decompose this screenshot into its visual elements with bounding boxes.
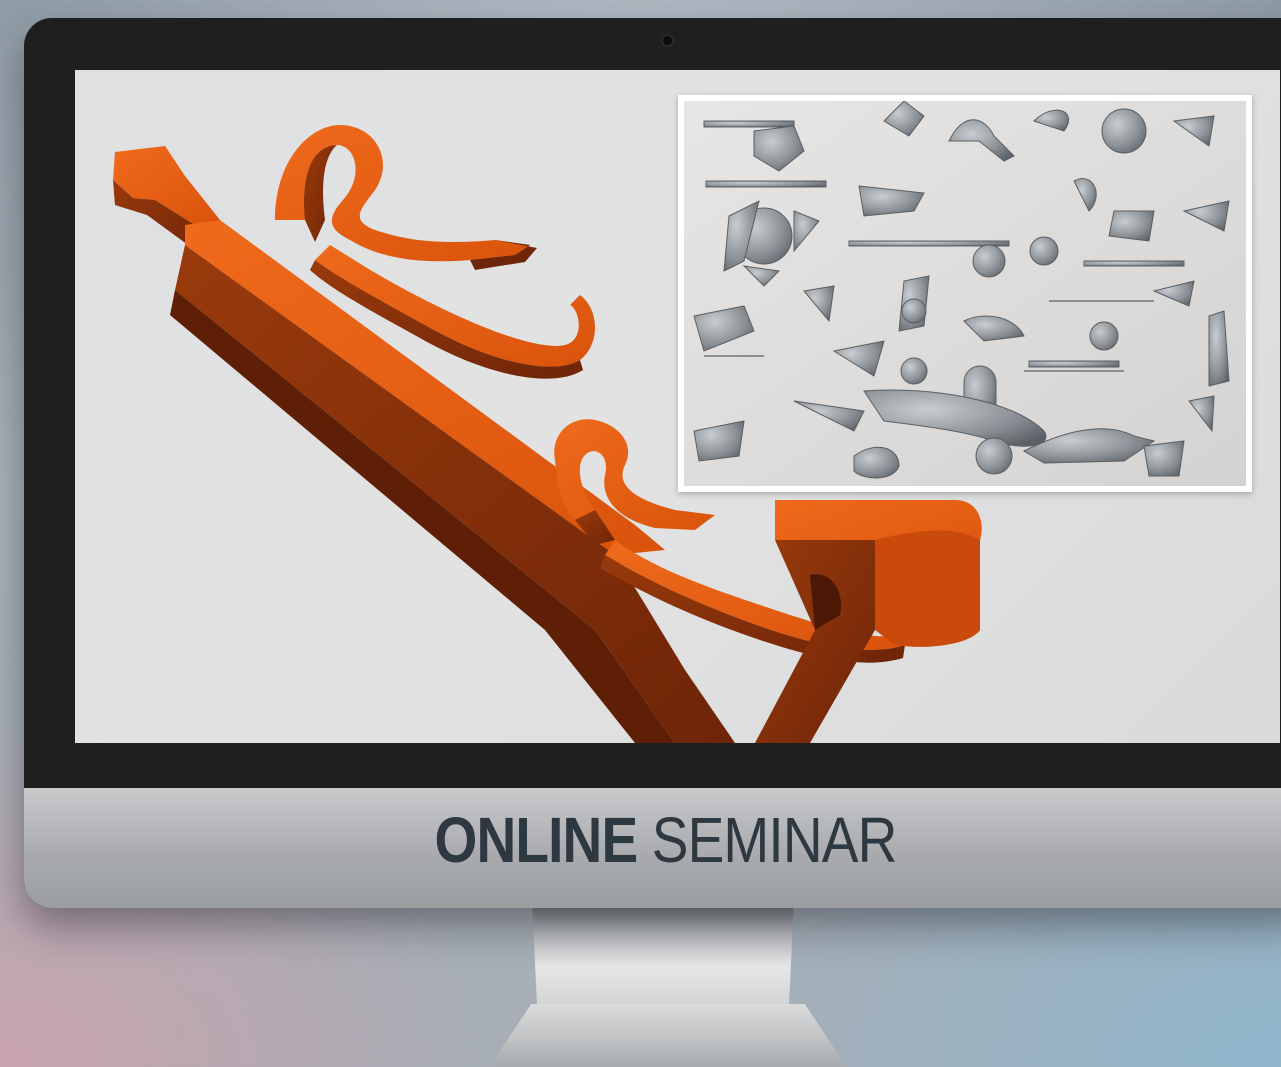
banner-title-bold: ONLINE — [434, 804, 639, 876]
webcam-icon — [663, 36, 672, 45]
cast-parts-photo — [678, 95, 1252, 492]
cad-runner-main-bar — [113, 146, 735, 743]
metal-castings-image — [684, 101, 1246, 486]
monitor: ONLINE SEMINAR — [24, 18, 1281, 908]
monitor-stand-base — [478, 1004, 858, 1067]
monitor-screen — [75, 70, 1280, 743]
banner-title-regular: SEMINAR — [651, 804, 898, 876]
banner-title: ONLINE SEMINAR — [114, 808, 1217, 872]
monitor-stand-neck — [532, 900, 794, 1010]
